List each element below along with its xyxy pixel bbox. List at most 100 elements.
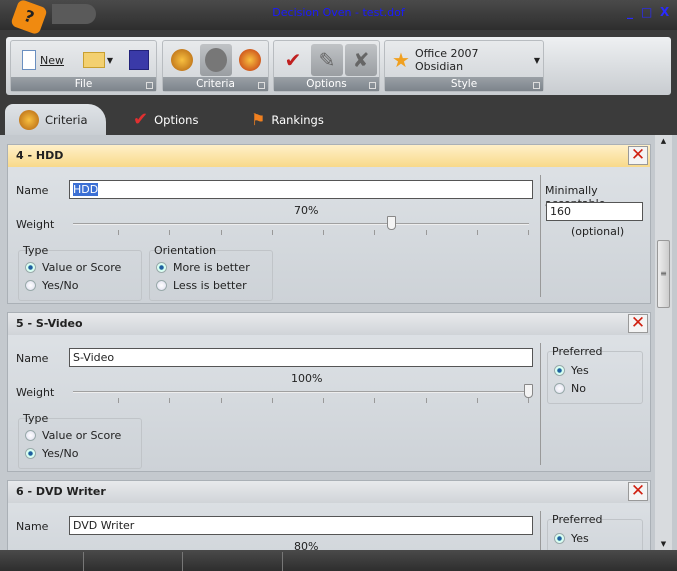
radio-value-or-score[interactable]: Value or Score [25, 261, 121, 274]
add-criterion-icon [171, 49, 193, 71]
radio-yes-no[interactable]: Yes/No [25, 447, 78, 460]
new-button[interactable]: New [13, 44, 73, 76]
dialog-launcher-icon[interactable]: . [258, 82, 265, 89]
new-document-icon [22, 50, 36, 70]
edit-criterion-button[interactable] [200, 44, 232, 76]
radio-yes[interactable]: Yes [554, 532, 589, 545]
maximize-button[interactable]: □ [641, 5, 652, 19]
preferred-group: Preferred Yes No [547, 345, 643, 404]
delete-option-button[interactable]: ✘ [345, 44, 377, 76]
delete-criterion-icon[interactable]: ✕ [628, 314, 648, 333]
name-label: Name [16, 520, 49, 533]
add-option-button[interactable]: ✔ [277, 44, 309, 76]
tab-rankings[interactable]: ⚑ Rankings [251, 104, 324, 135]
radio-yes[interactable]: Yes [554, 364, 589, 377]
options-icon: ✔ [133, 109, 149, 130]
criterion-panel: 6 - DVD Writer ✕ Name DVD Writer 80% Pref… [7, 480, 651, 550]
name-input[interactable]: HDD [69, 180, 533, 199]
delete-criterion-icon[interactable]: ✕ [628, 146, 648, 165]
radio-label: Yes/No [42, 279, 79, 292]
tab-label: Options [154, 112, 199, 127]
criteria-group-label: Criteria [163, 77, 268, 91]
min-acceptable-input[interactable]: 160 [546, 202, 643, 221]
ribbon-group-criteria: Criteria. [162, 40, 269, 92]
criterion-title: 6 - DVD Writer [16, 485, 106, 498]
style-dropdown[interactable]: ★ Office 2007 Obsidian ▼ [388, 44, 540, 76]
status-bar [0, 550, 677, 571]
criteria-list: 4 - HDD ✕ Name HDD 70% Weight Type Value … [0, 135, 677, 550]
weight-percent: 100% [291, 372, 323, 385]
slider-ticks [118, 230, 529, 235]
tab-criteria[interactable]: Criteria [5, 104, 106, 135]
weight-slider[interactable] [73, 391, 529, 393]
edit-option-button[interactable]: ✎ [311, 44, 343, 76]
option-delete-disabled-icon: ✘ [352, 48, 370, 72]
orientation-group: Orientation More is better Less is bette… [149, 244, 273, 301]
name-input[interactable]: S-Video [69, 348, 533, 367]
radio-more-is-better[interactable]: More is better [156, 261, 250, 274]
radio-yes-no[interactable]: Yes/No [25, 279, 78, 292]
tab-options[interactable]: ✔ Options [133, 104, 198, 135]
radio-less-is-better[interactable]: Less is better [156, 279, 247, 292]
name-value: HDD [73, 183, 99, 196]
scroll-down-icon[interactable]: ▼ [655, 540, 672, 548]
dialog-launcher-icon[interactable]: . [533, 82, 540, 89]
criterion-title: 5 - S-Video [16, 317, 83, 330]
weight-slider-thumb[interactable] [524, 384, 533, 398]
status-divider [83, 552, 84, 571]
dialog-launcher-icon[interactable]: . [146, 82, 153, 89]
close-button[interactable]: X [660, 5, 669, 19]
criterion-header: 4 - HDD ✕ [8, 145, 650, 167]
radio-label: No [571, 382, 586, 395]
delete-criterion-icon[interactable]: ✕ [628, 482, 648, 501]
scroll-up-icon[interactable]: ▲ [655, 137, 672, 145]
divider [540, 175, 541, 297]
delete-criterion-icon [239, 49, 261, 71]
new-label: New [40, 53, 64, 67]
delete-criterion-button[interactable] [234, 44, 266, 76]
option-disabled-icon: ✎ [318, 48, 336, 72]
status-divider [182, 552, 183, 571]
weight-slider[interactable] [73, 223, 529, 225]
radio-no[interactable]: No [554, 382, 586, 395]
name-input[interactable]: DVD Writer [69, 516, 533, 535]
dialog-launcher-icon[interactable]: . [369, 82, 376, 89]
name-label: Name [16, 352, 49, 365]
criteria-icon [19, 109, 39, 130]
radio-value-or-score[interactable]: Value or Score [25, 429, 121, 442]
radio-label: Yes [571, 364, 589, 377]
tab-label: Rankings [271, 112, 324, 127]
window-title: Decision Oven - test.dof [272, 6, 405, 19]
file-group-label: File [11, 77, 156, 91]
radio-label: Value or Score [42, 429, 122, 442]
ribbon-group-options: ✔ ✎ ✘ Options. [273, 40, 380, 92]
add-criterion-button[interactable] [166, 44, 198, 76]
style-value: Office 2007 Obsidian [414, 47, 479, 73]
criterion-panel: 4 - HDD ✕ Name HDD 70% Weight Type Value … [7, 144, 651, 304]
save-button[interactable] [124, 44, 154, 76]
scrollbar-thumb[interactable]: ≡ [657, 240, 670, 308]
optional-hint: (optional) [571, 225, 625, 238]
vertical-scrollbar[interactable]: ▲ ▼ [655, 135, 672, 550]
dropdown-arrow-icon: ▼ [106, 55, 114, 65]
preferred-label: Preferred [552, 345, 603, 358]
type-group: Type Value or Score Yes/No [18, 412, 142, 469]
radio-label: Less is better [173, 279, 247, 292]
radio-label: Value or Score [42, 261, 122, 274]
radio-label: Yes/No [42, 447, 79, 460]
criterion-disabled-icon [205, 48, 227, 72]
open-button[interactable]: ▼ [76, 44, 120, 76]
slider-ticks [118, 398, 529, 403]
save-icon [129, 50, 149, 70]
minimize-button[interactable]: _ [627, 5, 633, 19]
status-divider [282, 552, 283, 571]
criterion-header: 6 - DVD Writer ✕ [8, 481, 650, 503]
weight-percent: 80% [294, 540, 319, 550]
preferred-label: Preferred [552, 513, 603, 526]
folder-icon [82, 52, 105, 68]
radio-label: More is better [173, 261, 250, 274]
dropdown-arrow-icon: ▼ [533, 55, 540, 65]
weight-slider-thumb[interactable] [387, 216, 397, 230]
weight-label: Weight [16, 386, 55, 399]
type-label: Type [23, 244, 49, 257]
